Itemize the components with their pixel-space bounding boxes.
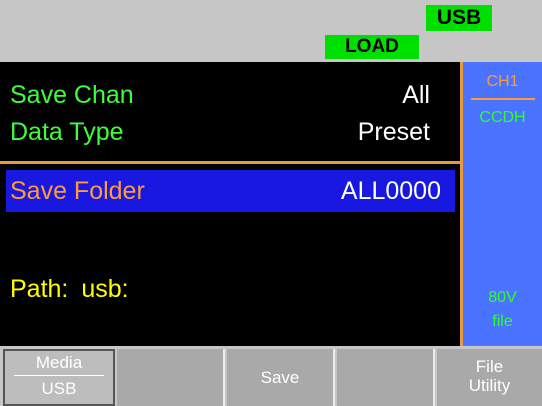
channel-label: CH1: [486, 73, 519, 90]
data-type-label: Data Type: [10, 118, 124, 146]
mode-label: CCDH: [479, 109, 526, 126]
usb-status-badge: USB: [426, 5, 492, 31]
status-bar: USB LOAD: [0, 0, 542, 62]
instrument-screen: USB LOAD Save Chan All Data Type Preset …: [0, 0, 542, 406]
channel-info-panel: CH1 CCDH 80V file: [460, 62, 542, 346]
save-folder-label: Save Folder: [10, 177, 145, 205]
softkey-4-empty[interactable]: [337, 349, 435, 406]
save-chan-label: Save Chan: [10, 81, 134, 109]
path-value: usb:: [81, 275, 129, 303]
media-softkey[interactable]: Media USB: [3, 349, 115, 406]
data-type-value[interactable]: Preset: [358, 117, 430, 147]
save-folder-value[interactable]: ALL0000: [341, 176, 441, 206]
file-type-label: file: [492, 313, 513, 330]
file-utility-softkey[interactable]: File Utility: [437, 349, 542, 406]
load-status-badge: LOAD: [325, 35, 419, 59]
section-divider: [0, 161, 460, 164]
save-chan-value[interactable]: All: [402, 80, 430, 110]
path-label: Path:: [10, 275, 69, 303]
save-folder-row[interactable]: Save Folder ALL0000: [6, 170, 455, 212]
channel-divider: [471, 98, 535, 100]
range-label: 80V: [488, 289, 517, 306]
path-display: Path: usb:: [10, 274, 129, 304]
media-softkey-divider: [14, 375, 104, 376]
media-softkey-label: Media: [35, 353, 83, 372]
save-softkey-label: Save: [260, 368, 300, 387]
softkey-2-empty[interactable]: [117, 349, 225, 406]
media-softkey-value: USB: [41, 379, 77, 398]
save-softkey[interactable]: Save: [227, 349, 335, 406]
file-utility-line2: Utility: [468, 376, 511, 395]
file-utility-line1: File: [475, 357, 504, 376]
softkey-bar: Media USB Save File Utility: [0, 346, 542, 406]
save-settings-panel: Save Chan All Data Type Preset Save Fold…: [0, 62, 460, 346]
